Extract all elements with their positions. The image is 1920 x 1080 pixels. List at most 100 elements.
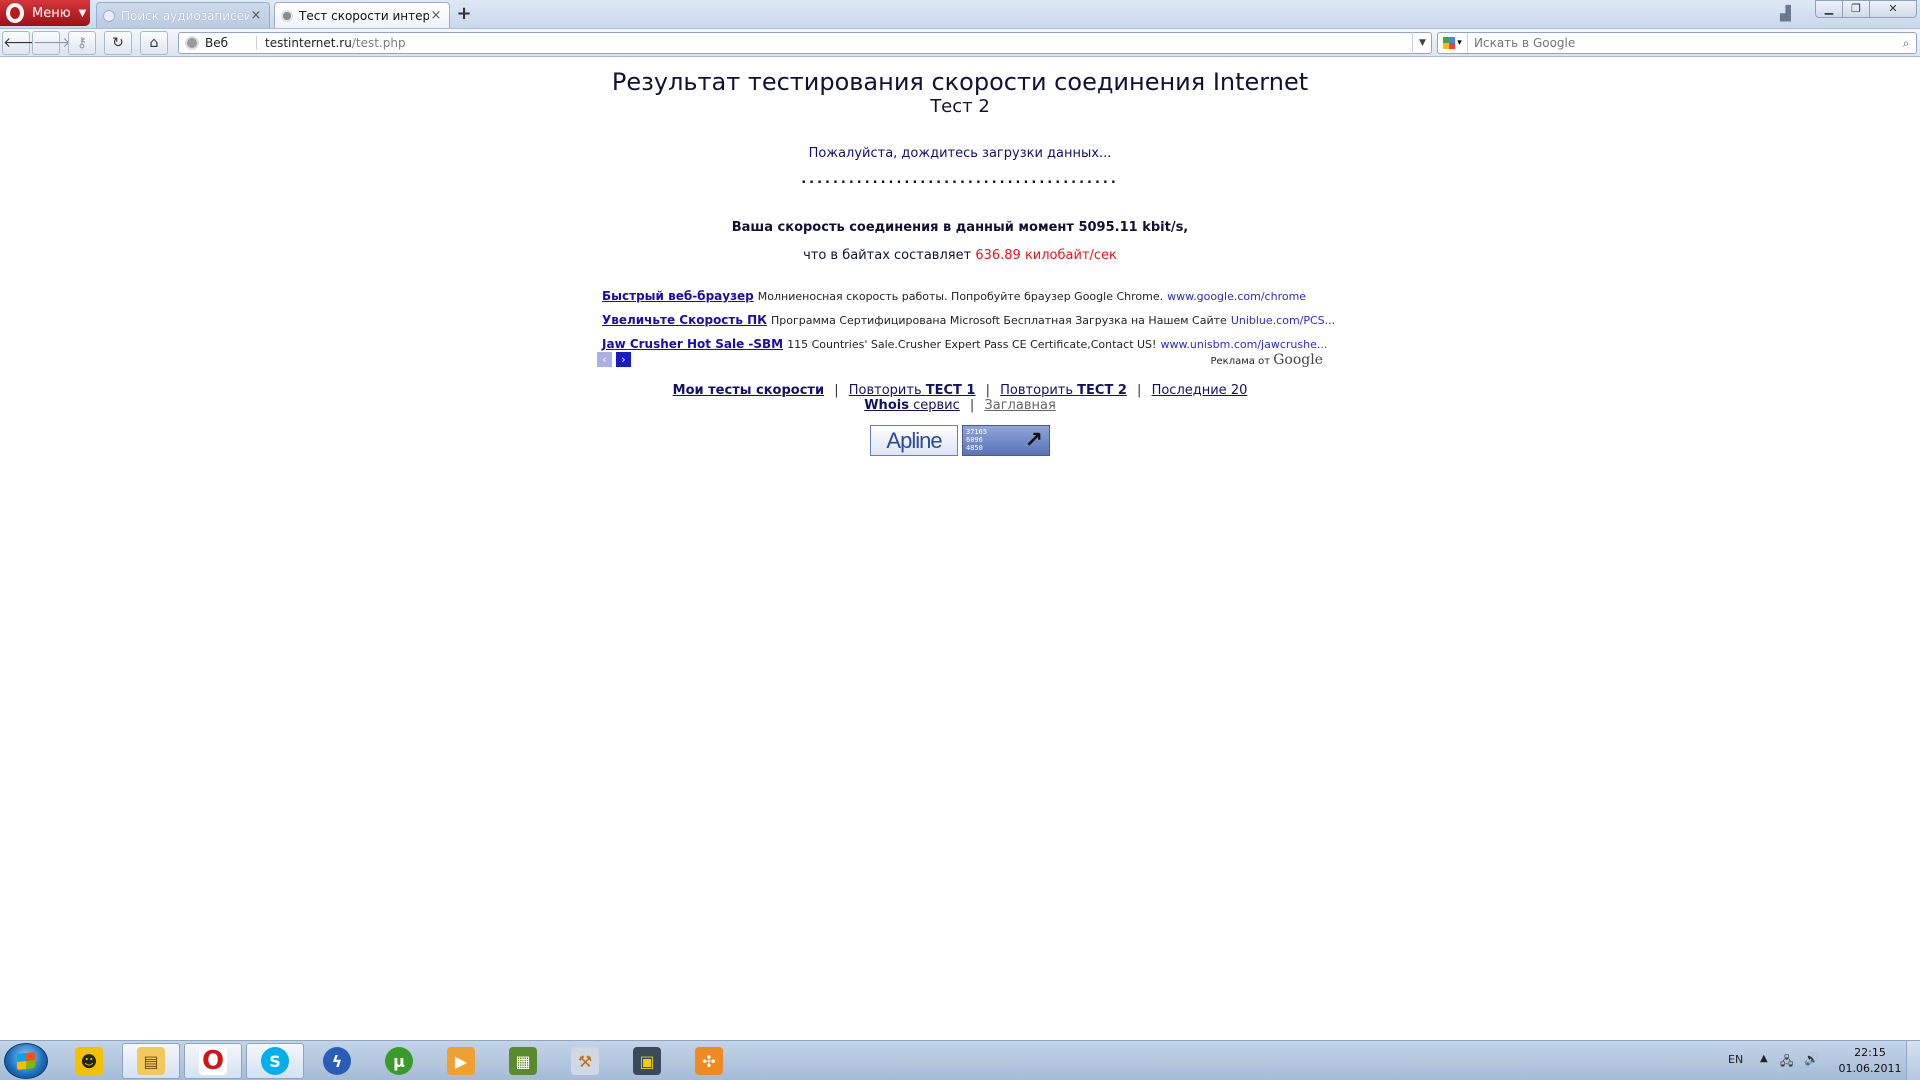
taskbar-app-opera[interactable]: O: [184, 1043, 242, 1079]
ad-headline-link[interactable]: Jaw Crusher Hot Sale -SBM: [602, 337, 783, 351]
navigation-toolbar: 🡐 🡒 ⚷ ↻ ⌂ Веб testinternet.ru/test.php ▼…: [0, 29, 1920, 57]
apline-badge[interactable]: Apline: [870, 425, 958, 456]
bytes-prefix: что в байтах составляет: [803, 248, 972, 263]
tab-audio-search[interactable]: Поиск аудиозаписей... ×: [96, 2, 270, 28]
start-button[interactable]: [4, 1043, 48, 1079]
back-button[interactable]: 🡐: [2, 31, 41, 55]
ads-by-google-link[interactable]: Реклама от Google: [1211, 352, 1324, 368]
close-tab-icon[interactable]: ×: [249, 8, 263, 23]
windows-logo-icon: [17, 1052, 35, 1070]
show-hidden-icons-icon[interactable]: ▲: [1760, 1053, 1768, 1064]
show-desktop-button[interactable]: [1906, 1041, 1920, 1080]
my-tests-link[interactable]: Мои тесты скорости: [673, 383, 824, 398]
page-title: Результат тестирования скорости соединен…: [611, 68, 1309, 96]
volume-icon[interactable]: 🔊: [1804, 1052, 1819, 1066]
taskbar-app-media-player[interactable]: ▶: [432, 1043, 490, 1079]
tab-speed-test[interactable]: Тест скорости интер... ×: [274, 2, 450, 28]
address-bar[interactable]: Веб testinternet.ru/test.php: [178, 32, 1432, 54]
grass-block-icon: ▦: [509, 1047, 537, 1075]
taskbar-app-utorrent[interactable]: µ: [370, 1043, 428, 1079]
home-button[interactable]: ⌂: [140, 31, 168, 55]
ad-navigation: ‹ › Реклама от Google: [597, 352, 1323, 368]
tab-favicon-icon: [103, 9, 115, 22]
google-logo: Google: [1273, 352, 1323, 368]
new-tab-button[interactable]: +: [455, 4, 473, 24]
whois-link[interactable]: Whois сервис: [864, 398, 960, 413]
minimize-button[interactable]: ▁: [1815, 0, 1843, 18]
search-engine-selector[interactable]: ▾: [1438, 33, 1468, 53]
close-window-button[interactable]: ✕: [1869, 0, 1917, 18]
home-icon: ⌂: [149, 35, 159, 51]
key-icon: ⚷: [76, 35, 88, 51]
nav-links-row-1: Мои тесты скорости | Повторить ТЕСТ 1 | …: [0, 383, 1920, 398]
ad-headline-link[interactable]: Увеличьте Скорость ПК: [602, 313, 767, 327]
maximize-button[interactable]: ❐: [1842, 0, 1870, 18]
taskbar-app-network[interactable]: ✣: [680, 1043, 738, 1079]
taskbar-app-agent[interactable]: ☻: [60, 1043, 118, 1079]
reload-icon: ↻: [112, 35, 124, 51]
chevron-down-icon: ▾: [1457, 38, 1462, 48]
skype-icon: S: [261, 1047, 289, 1075]
network-tray-icon[interactable]: 🖧: [1780, 1052, 1793, 1073]
repeat-test1-link[interactable]: Повторить ТЕСТ 1: [849, 383, 976, 398]
forward-button[interactable]: 🡒: [32, 31, 71, 55]
ad-headline-link[interactable]: Быстрый веб-браузер: [602, 289, 754, 303]
wait-message: Пожалуйста, дождитесь загрузки данных...: [808, 146, 1112, 161]
ad-url-link[interactable]: www.unisbm.com/jawcrushe...: [1160, 338, 1327, 351]
chevron-down-icon: ▼: [1419, 38, 1426, 48]
trash-icon[interactable]: ▟: [1780, 6, 1798, 22]
chevron-left-icon: ‹: [602, 353, 607, 366]
visitor-counter-badge[interactable]: 37165 6096 4850 ↗: [962, 425, 1050, 456]
link-separator: |: [969, 398, 975, 413]
ads-block: Быстрый веб-браузер Молниеносная скорость…: [602, 284, 1335, 356]
page-subtitle: Тест 2: [930, 96, 990, 117]
chevron-right-icon: ›: [621, 353, 626, 366]
ad-item: Увеличьте Скорость ПК Программа Сертифици…: [602, 308, 1335, 332]
taskbar-app-monitor[interactable]: ▣: [618, 1043, 676, 1079]
taskbar-app-downloader[interactable]: ϟ: [308, 1043, 366, 1079]
counter-values: 37165 6096 4850: [966, 428, 988, 452]
reload-button[interactable]: ↻: [104, 31, 132, 55]
taskbar-app-explorer[interactable]: ▤: [122, 1043, 180, 1079]
repeat-test2-link[interactable]: Повторить ТЕСТ 2: [1000, 383, 1127, 398]
ad-text: Программа Сертифицирована Microsoft Бесп…: [771, 314, 1227, 327]
home-page-link[interactable]: Заглавная: [984, 398, 1055, 413]
close-tab-icon[interactable]: ×: [429, 8, 443, 23]
ad-url-link[interactable]: www.google.com/chrome: [1167, 290, 1306, 303]
link-separator: |: [1137, 383, 1142, 398]
ad-text: Молниеносная скорость работы. Попробуйте…: [757, 290, 1164, 303]
language-indicator[interactable]: EN: [1728, 1053, 1743, 1066]
play-icon: ▶: [447, 1047, 475, 1075]
taskbar-app-minecraft[interactable]: ▦: [494, 1043, 552, 1079]
tab-label: Тест скорости интер...: [299, 8, 429, 23]
tab-favicon-icon: [281, 9, 293, 22]
ad-text: 115 Countries' Sale.Crusher Expert Pass …: [787, 338, 1157, 351]
tab-label: Поиск аудиозаписей...: [121, 8, 249, 23]
utorrent-icon: µ: [385, 1047, 413, 1075]
search-input[interactable]: [1468, 36, 1896, 50]
ad-item: Быстрый веб-браузер Молниеносная скорость…: [602, 284, 1322, 308]
agent-icon: ☻: [75, 1047, 103, 1075]
wand-button[interactable]: ⚷: [68, 31, 96, 55]
chevron-down-icon: ▼: [78, 7, 87, 19]
clock-time[interactable]: 22:15: [1840, 1046, 1900, 1059]
address-history-dropdown[interactable]: ▼: [1412, 32, 1432, 54]
site-info-icon[interactable]: [185, 36, 199, 50]
search-icon[interactable]: ⌕: [1896, 36, 1916, 51]
taskbar-app-skype[interactable]: S: [246, 1043, 304, 1079]
speed-result: Ваша скорость соединения в данный момент…: [731, 220, 1189, 235]
clock-date[interactable]: 01.06.2011: [1838, 1062, 1902, 1075]
bytes-value: 636.89 килобайт/сек: [975, 248, 1117, 263]
arrow-up-right-icon: ↗: [1024, 428, 1043, 453]
search-box[interactable]: ▾ ⌕: [1437, 32, 1917, 54]
ad-next-button[interactable]: ›: [616, 352, 631, 367]
ad-prev-button[interactable]: ‹: [597, 352, 612, 367]
page-content: Результат тестирования скорости соединен…: [0, 58, 1920, 1038]
ad-url-link[interactable]: Uniblue.com/PCS...: [1231, 314, 1335, 327]
opera-menu-button[interactable]: Меню ▼: [0, 0, 90, 26]
taskbar-app-tools[interactable]: ⚒: [556, 1043, 614, 1079]
url-path: /test.php: [351, 36, 406, 50]
last-20-link[interactable]: Последние 20: [1152, 383, 1248, 398]
ads-by-prefix: Реклама от: [1210, 356, 1271, 367]
site-type-label: Веб: [205, 36, 257, 50]
